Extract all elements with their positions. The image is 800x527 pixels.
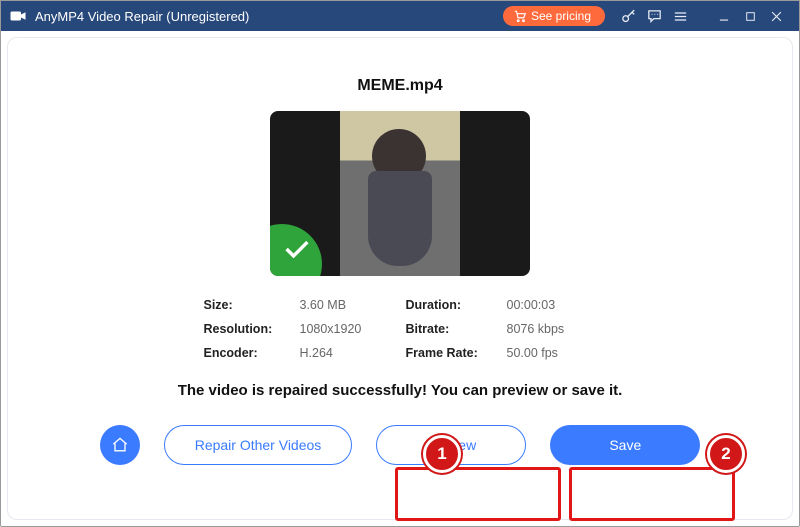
resolution-value: 1080x1920	[300, 322, 400, 336]
bitrate-label: Bitrate:	[406, 322, 501, 336]
check-icon	[284, 238, 310, 260]
size-label: Size:	[204, 298, 294, 312]
home-icon	[110, 435, 130, 455]
video-thumbnail	[270, 111, 530, 276]
titlebar: AnyMP4 Video Repair (Unregistered) See p…	[1, 1, 799, 31]
close-button[interactable]	[763, 1, 789, 31]
cart-icon	[513, 9, 527, 23]
annotation-box-preview	[395, 467, 561, 521]
thumbnail-image	[340, 111, 460, 276]
resolution-label: Resolution:	[204, 322, 294, 336]
annotation-box-save	[569, 467, 735, 521]
minimize-button[interactable]	[711, 1, 737, 31]
bitrate-value: 8076 kbps	[507, 322, 597, 336]
status-message: The video is repaired successfully! You …	[178, 382, 623, 399]
annotation-marker-2: 2	[707, 435, 745, 473]
success-badge	[270, 224, 322, 276]
encoder-value: H.264	[300, 346, 400, 360]
framerate-label: Frame Rate:	[406, 346, 501, 360]
repair-other-videos-button[interactable]: Repair Other Videos	[164, 425, 353, 465]
main-panel: MEME.mp4 Size: 3.60 MB Duration: 00:00:0…	[7, 37, 793, 520]
file-name: MEME.mp4	[357, 77, 442, 95]
action-button-row: Repair Other Videos Preview Save	[100, 425, 701, 465]
maximize-button[interactable]	[737, 1, 763, 31]
see-pricing-button[interactable]: See pricing	[503, 6, 605, 26]
app-window: AnyMP4 Video Repair (Unregistered) See p…	[0, 0, 800, 527]
size-value: 3.60 MB	[300, 298, 400, 312]
annotation-marker-1: 1	[423, 435, 461, 473]
save-button[interactable]: Save	[550, 425, 700, 465]
duration-label: Duration:	[406, 298, 501, 312]
home-button[interactable]	[100, 425, 140, 465]
pricing-label: See pricing	[531, 9, 591, 23]
app-logo-icon	[9, 7, 27, 25]
key-icon[interactable]	[615, 1, 641, 31]
app-title: AnyMP4 Video Repair (Unregistered)	[35, 9, 249, 24]
menu-icon[interactable]	[667, 1, 693, 31]
duration-value: 00:00:03	[507, 298, 597, 312]
framerate-value: 50.00 fps	[507, 346, 597, 360]
feedback-icon[interactable]	[641, 1, 667, 31]
encoder-label: Encoder:	[204, 346, 294, 360]
metadata-grid: Size: 3.60 MB Duration: 00:00:03 Resolut…	[204, 298, 597, 360]
